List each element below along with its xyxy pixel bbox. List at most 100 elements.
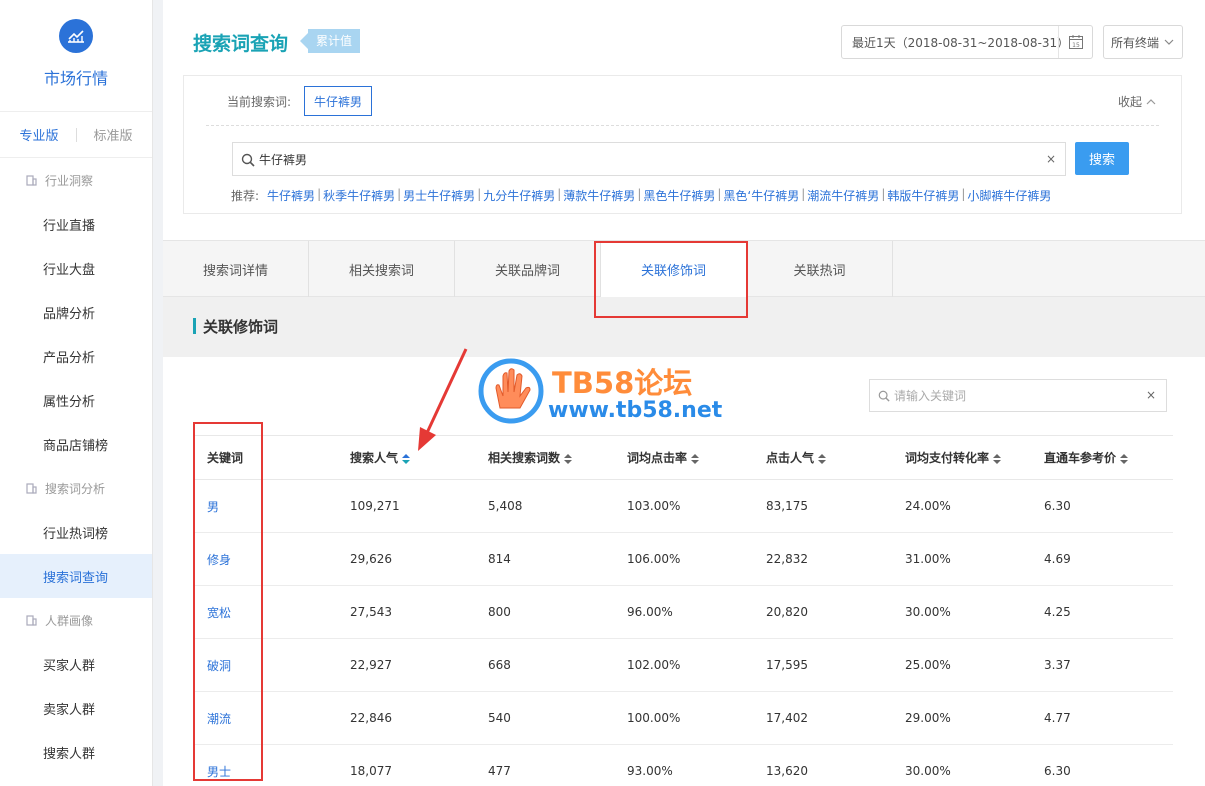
col-related-count[interactable]: 相关搜索词数 (474, 435, 613, 480)
collapse-toggle[interactable]: 收起 (1118, 93, 1156, 110)
nav-group-crowd: 人群画像 (0, 598, 152, 642)
col-click-popularity[interactable]: 点击人气 (752, 435, 891, 480)
nav-item-seller-crowd[interactable]: 卖家人群 (0, 686, 152, 730)
cell: 17,402 (752, 691, 891, 745)
clear-icon[interactable]: × (1146, 388, 1156, 402)
cell: 29,626 (336, 532, 474, 586)
cell: 477 (474, 744, 613, 786)
cell: 103.00% (613, 479, 752, 533)
cell: 25.00% (891, 638, 1030, 692)
cell: 800 (474, 585, 613, 639)
chevron-down-icon (1164, 39, 1174, 45)
cell: 96.00% (613, 585, 752, 639)
nav-item-product-analysis[interactable]: 产品分析 (0, 334, 152, 378)
rec-item[interactable]: 薄款牛仔裤男 (563, 187, 635, 204)
sort-icon[interactable] (691, 453, 700, 464)
search-button[interactable]: 搜索 (1075, 142, 1129, 175)
sidebar-title: 市场行情 (43, 69, 108, 88)
version-pro[interactable]: 专业版 (16, 123, 61, 146)
tab-related-searches[interactable]: 相关搜索词 (309, 241, 455, 297)
clear-icon[interactable]: × (1046, 152, 1056, 166)
cell: 22,927 (336, 638, 474, 692)
col-cpc[interactable]: 直通车参考价 (1030, 435, 1173, 480)
cell-keyword[interactable]: 宽松 (193, 585, 336, 639)
nav-item-brand-analysis[interactable]: 品牌分析 (0, 290, 152, 334)
table-row: 男士 18,077 477 93.00% 13,620 30.00% 6.30 (193, 744, 1173, 786)
cell: 22,846 (336, 691, 474, 745)
annotation-arrow-icon (418, 348, 468, 451)
cell-keyword[interactable]: 潮流 (193, 691, 336, 745)
col-ctr[interactable]: 词均点击率 (613, 435, 752, 480)
app: 市场行情 专业版 标准版 行业洞察 行业直播 行业大盘 品牌分析 产品分析 属性… (0, 0, 1205, 786)
keyword-filter[interactable]: × (869, 379, 1167, 412)
nav-item-search-crowd[interactable]: 搜索人群 (0, 730, 152, 774)
search-input[interactable]: 牛仔裤男 × (232, 142, 1066, 176)
nav-item-industry-overview[interactable]: 行业大盘 (0, 246, 152, 290)
cell: 31.00% (891, 532, 1030, 586)
market-chart-icon[interactable] (59, 19, 93, 53)
sort-icon[interactable] (993, 453, 1002, 464)
nav-group-label: 行业洞察 (45, 173, 94, 188)
date-range-picker[interactable]: 最近1天（2018-08-31~2018-08-31） 15 (841, 25, 1093, 59)
rec-sep: | (637, 187, 642, 201)
rec-item[interactable]: 潮流牛仔裤男 (807, 187, 879, 204)
col-conversion[interactable]: 词均支付转化率 (891, 435, 1030, 480)
nav-item-hot-words[interactable]: 行业热词榜 (0, 510, 152, 554)
cell: 4.77 (1030, 691, 1173, 745)
tab-related-brands[interactable]: 关联品牌词 (455, 241, 601, 297)
rec-sep: | (717, 187, 722, 201)
sort-icon[interactable] (1120, 453, 1129, 464)
recommendations: 推荐: 牛仔裤男 | 秋季牛仔裤男 | 男士牛仔裤男 | 九分牛仔裤男 | 薄款牛仔裤男… (231, 187, 1051, 204)
cell: 27,543 (336, 585, 474, 639)
terminal-select[interactable]: 所有终端 (1103, 25, 1183, 59)
cell: 4.25 (1030, 585, 1173, 639)
current-term-tag[interactable]: 牛仔裤男 (304, 86, 372, 116)
nav-item-search-query[interactable]: 搜索词查询 (0, 554, 152, 598)
rec-item[interactable]: 黑色‘牛仔裤男 (723, 187, 799, 204)
cell: 22,832 (752, 532, 891, 586)
keyword-filter-input[interactable] (894, 388, 1124, 403)
rec-item[interactable]: 韩版牛仔裤男 (887, 187, 959, 204)
sort-icon[interactable] (564, 453, 573, 464)
cell-keyword[interactable]: 破洞 (193, 638, 336, 692)
cell: 13,620 (752, 744, 891, 786)
nav-group-label: 人群画像 (45, 613, 94, 628)
version-divider (75, 127, 77, 142)
table-row: 修身 29,626 814 106.00% 22,832 31.00% 4.69 (193, 532, 1173, 586)
rec-item[interactable]: 九分牛仔裤男 (483, 187, 555, 204)
rec-sep: | (961, 187, 966, 201)
cell: 5,408 (474, 479, 613, 533)
cell: 668 (474, 638, 613, 692)
col-label: 点击人气 (766, 451, 815, 465)
calendar-icon[interactable]: 15 (1058, 26, 1092, 58)
tab-related-hot-words[interactable]: 关联热词 (747, 241, 893, 297)
rec-item[interactable]: 秋季牛仔裤男 (323, 187, 395, 204)
cell: 102.00% (613, 638, 752, 692)
nav-item-buyer-crowd[interactable]: 买家人群 (0, 642, 152, 686)
sort-icon[interactable] (402, 453, 411, 464)
nav-item-industry-live[interactable]: 行业直播 (0, 202, 152, 246)
cell-keyword[interactable]: 男 (193, 479, 336, 533)
col-keyword: 关键词 (193, 435, 336, 480)
building-icon (26, 482, 37, 494)
rec-item[interactable]: 牛仔裤男 (267, 187, 315, 204)
sidebar-header: 市场行情 (0, 0, 152, 112)
nav-group-label: 搜索词分析 (45, 481, 106, 496)
rec-item[interactable]: 男士牛仔裤男 (403, 187, 475, 204)
rec-item[interactable]: 黑色牛仔裤男 (643, 187, 715, 204)
nav-item-shop-ranking[interactable]: 商品店铺榜 (0, 422, 152, 466)
tab-related-modifiers[interactable]: 关联修饰词 (601, 241, 747, 297)
cell: 100.00% (613, 691, 752, 745)
rec-sep: | (557, 187, 562, 201)
sort-icon[interactable] (818, 453, 827, 464)
tab-search-detail[interactable]: 搜索词详情 (163, 241, 309, 297)
cell: 6.30 (1030, 479, 1173, 533)
nav-item-attribute-analysis[interactable]: 属性分析 (0, 378, 152, 422)
sidebar: 市场行情 专业版 标准版 行业洞察 行业直播 行业大盘 品牌分析 产品分析 属性… (0, 0, 153, 786)
version-standard[interactable]: 标准版 (91, 123, 136, 146)
rec-item[interactable]: 小脚裤牛仔裤男 (967, 187, 1051, 204)
cell: 24.00% (891, 479, 1030, 533)
table-card: × 关键词 搜索人气 相关搜索词数 词均点击率 点击人气 词均支付转化率 直通车… (163, 357, 1205, 786)
cell-keyword[interactable]: 男士 (193, 744, 336, 786)
cell-keyword[interactable]: 修身 (193, 532, 336, 586)
